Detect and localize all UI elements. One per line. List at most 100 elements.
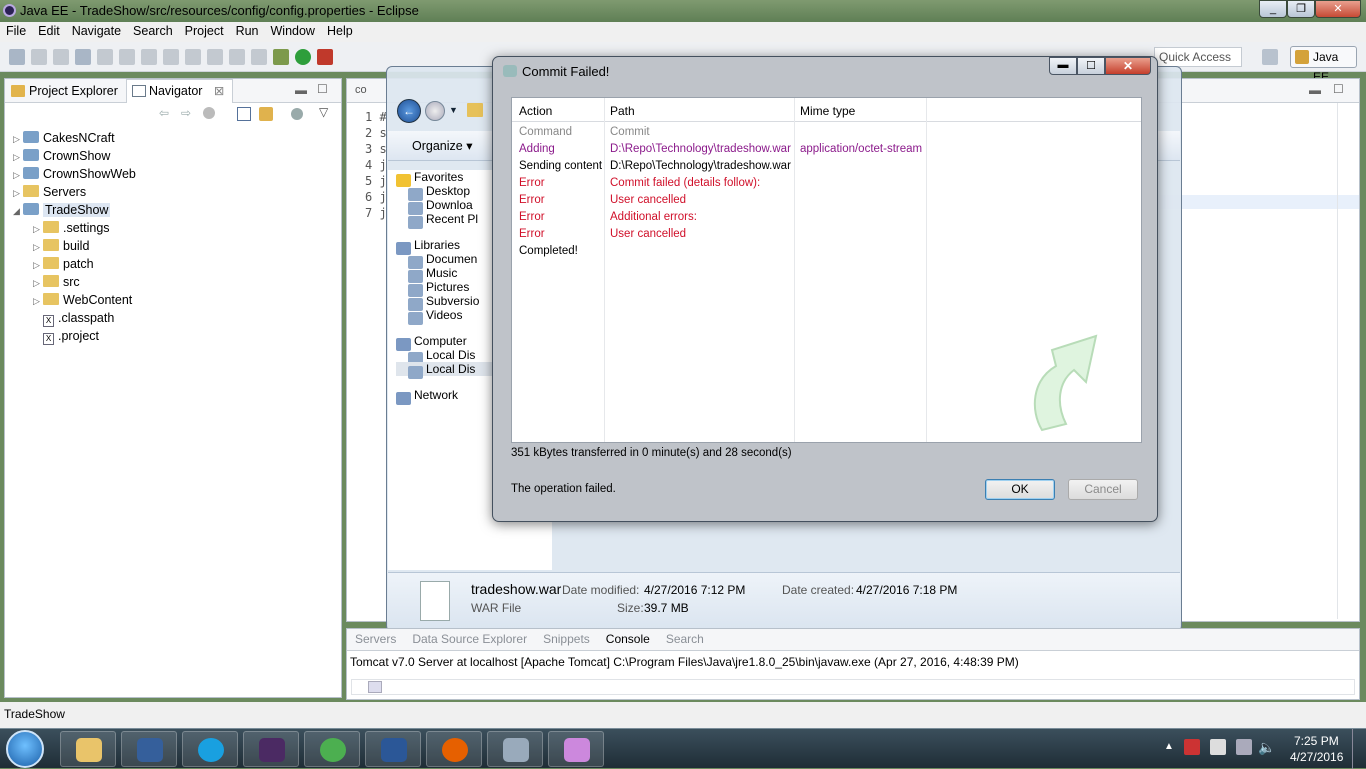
start-button[interactable]: [6, 730, 44, 768]
taskbar-button[interactable]: [304, 731, 360, 767]
maximize-view-icon[interactable]: ☐: [317, 82, 328, 96]
save-icon[interactable]: [31, 49, 47, 65]
expand-toggle-icon[interactable]: ▷: [13, 148, 23, 166]
tab-search[interactable]: Search: [658, 629, 712, 651]
expand-toggle-icon[interactable]: ▷: [33, 238, 43, 256]
cancel-button[interactable]: Cancel: [1068, 479, 1138, 500]
run-icon[interactable]: [295, 49, 311, 65]
dialog-minimize-button[interactable]: ▬: [1049, 57, 1077, 75]
tree-item[interactable]: ▷ CrownShow: [13, 147, 341, 165]
view-menu-icon[interactable]: ▽: [319, 105, 328, 119]
taskbar-button[interactable]: [243, 731, 299, 767]
expand-toggle-icon[interactable]: ▷: [13, 184, 23, 202]
close-tab-icon[interactable]: ⊠: [214, 84, 224, 98]
back-button[interactable]: ←: [397, 99, 421, 123]
table-row[interactable]: Error User cancelled: [512, 192, 1141, 209]
minimize-editor-icon[interactable]: ▬: [1309, 83, 1321, 97]
save-all-icon[interactable]: [53, 49, 69, 65]
expand-toggle-icon[interactable]: ▷: [33, 220, 43, 238]
table-row[interactable]: Completed!: [512, 243, 1141, 260]
taskbar-button[interactable]: [182, 731, 238, 767]
suspend-icon[interactable]: [141, 49, 157, 65]
dialog-close-button[interactable]: ✕: [1105, 57, 1151, 75]
menu-project[interactable]: Project: [179, 22, 230, 40]
menu-search[interactable]: Search: [127, 22, 179, 40]
table-row[interactable]: Error Additional errors:: [512, 209, 1141, 226]
ok-button[interactable]: OK: [985, 479, 1055, 500]
new-icon[interactable]: [9, 49, 25, 65]
menu-run[interactable]: Run: [230, 22, 265, 40]
step-into-icon[interactable]: [207, 49, 223, 65]
editor-tab[interactable]: co: [347, 79, 375, 103]
table-row[interactable]: Command Commit: [512, 124, 1141, 141]
terminate-icon[interactable]: [163, 49, 179, 65]
step-over-icon[interactable]: [229, 49, 245, 65]
collapse-all-icon[interactable]: [237, 107, 251, 121]
tree-item[interactable]: ▷ CakesNCraft: [13, 129, 341, 147]
forward-button[interactable]: [425, 101, 445, 121]
network-icon[interactable]: [1236, 739, 1252, 755]
link-editor-icon[interactable]: [259, 107, 273, 121]
table-row[interactable]: Adding D:\Repo\Technology\tradeshow.war ap…: [512, 141, 1141, 158]
console-scrollbar[interactable]: [351, 679, 1355, 695]
organize-button[interactable]: Organize ▾: [412, 138, 472, 153]
action-center-icon[interactable]: [1210, 739, 1226, 755]
minimize-view-icon[interactable]: ▬: [295, 83, 307, 97]
forward-icon[interactable]: ⇨: [181, 106, 191, 120]
filter-icon[interactable]: [291, 108, 303, 120]
expand-toggle-icon[interactable]: ▷: [33, 292, 43, 310]
dialog-maximize-button[interactable]: ☐: [1077, 57, 1105, 75]
tab-project-explorer[interactable]: Project Explorer: [5, 80, 126, 104]
up-icon[interactable]: [203, 107, 215, 119]
column-path[interactable]: Path: [610, 104, 635, 118]
tree-item[interactable]: ▷ src: [13, 273, 341, 291]
clock-date[interactable]: 4/27/2016: [1290, 750, 1343, 764]
taskbar-button[interactable]: [365, 731, 421, 767]
tree-item[interactable]: ▷ CrownShowWeb: [13, 165, 341, 183]
tree-item[interactable]: X .classpath: [13, 309, 341, 327]
taskbar-button[interactable]: [548, 731, 604, 767]
expand-toggle-icon[interactable]: ▷: [33, 274, 43, 292]
maximize-editor-icon[interactable]: ☐: [1333, 82, 1344, 96]
taskbar-button[interactable]: [426, 731, 482, 767]
print-icon[interactable]: [75, 49, 91, 65]
menu-help[interactable]: Help: [321, 22, 359, 40]
quick-access-field[interactable]: Quick Access: [1154, 47, 1242, 67]
tray-icon[interactable]: [1184, 739, 1200, 755]
menu-navigate[interactable]: Navigate: [66, 22, 127, 40]
column-mime-type[interactable]: Mime type: [800, 104, 855, 118]
open-perspective-icon[interactable]: [1262, 49, 1278, 65]
step-return-icon[interactable]: [251, 49, 267, 65]
tab-data-source-explorer[interactable]: Data Source Explorer: [404, 629, 535, 651]
clock-time[interactable]: 7:25 PM: [1294, 734, 1339, 748]
taskbar-button[interactable]: [121, 731, 177, 767]
table-row[interactable]: Error Commit failed (details follow):: [512, 175, 1141, 192]
tree-item[interactable]: ▷ patch: [13, 255, 341, 273]
table-row[interactable]: Sending content D:\Repo\Technology\trades…: [512, 158, 1141, 175]
taskbar-button[interactable]: [60, 731, 116, 767]
tab-servers[interactable]: Servers: [347, 629, 404, 651]
taskbar-button[interactable]: [487, 731, 543, 767]
tree-item[interactable]: ▷ WebContent: [13, 291, 341, 309]
table-row[interactable]: Error User cancelled: [512, 226, 1141, 243]
menu-window[interactable]: Window: [265, 22, 321, 40]
tree-item[interactable]: ▷ build: [13, 237, 341, 255]
history-dropdown-icon[interactable]: ▼: [449, 105, 458, 115]
editor-scrollbar[interactable]: [1337, 103, 1357, 619]
back-icon[interactable]: ⇦: [159, 106, 169, 120]
tab-snippets[interactable]: Snippets: [535, 629, 598, 651]
tree-item[interactable]: X .project: [13, 327, 341, 345]
scroll-thumb[interactable]: [368, 681, 382, 693]
tree-item[interactable]: ▷ Servers: [13, 183, 341, 201]
expand-toggle-icon[interactable]: ◢: [13, 202, 23, 220]
expand-toggle-icon[interactable]: ▷: [33, 256, 43, 274]
menu-file[interactable]: File: [0, 22, 32, 40]
tab-navigator[interactable]: Navigator ⊠: [125, 79, 234, 103]
skip-breakpoints-icon[interactable]: [97, 49, 113, 65]
tab-console[interactable]: Console: [598, 629, 658, 651]
volume-icon[interactable]: 🔈: [1258, 739, 1275, 756]
minimize-button[interactable]: _: [1259, 0, 1287, 18]
show-desktop-button[interactable]: [1352, 729, 1366, 769]
debug-icon[interactable]: [273, 49, 289, 65]
maximize-button[interactable]: ❐: [1287, 0, 1315, 18]
